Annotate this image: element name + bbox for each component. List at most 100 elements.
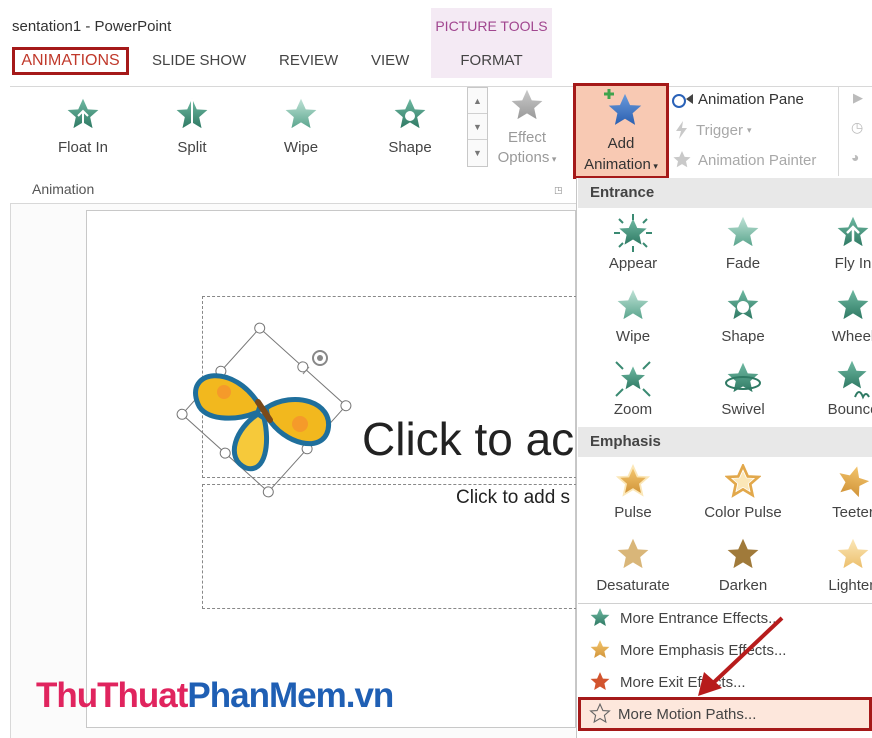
tab-animations[interactable]: ANIMATIONS — [12, 47, 129, 75]
gallery-item-shape[interactable]: Shape — [365, 97, 455, 156]
effect-wipe[interactable]: Wipe — [578, 286, 688, 345]
effect-wheel[interactable]: Wheel — [798, 286, 872, 345]
entrance-section-header: Entrance — [578, 178, 872, 208]
bounce-star-icon — [837, 360, 870, 400]
gallery-item-float-in[interactable]: Float In — [38, 97, 128, 156]
effect-appear[interactable]: Appear — [578, 213, 688, 272]
more-motion-paths-item[interactable]: More Motion Paths... — [578, 697, 872, 731]
wipe-star-icon — [617, 289, 649, 320]
picture-tools-label: PICTURE TOOLS — [435, 18, 548, 34]
effect-fade[interactable]: Fade — [688, 213, 798, 272]
duration-icon: ◕ — [851, 149, 860, 165]
pulse-star-icon — [615, 464, 651, 497]
play-icon[interactable]: ▶ — [853, 90, 863, 106]
effect-bounce[interactable]: Bounce — [798, 359, 872, 418]
tab-format[interactable]: FORMAT — [431, 52, 552, 69]
wheel-star-icon — [837, 289, 869, 320]
animation-pane-button[interactable]: Animation Pane — [672, 89, 804, 109]
butterfly-picture[interactable] — [172, 322, 358, 502]
animation-pane-label: Animation Pane — [698, 90, 804, 108]
float-in-star-icon — [67, 98, 99, 129]
exit-star-icon — [590, 672, 610, 691]
title-placeholder-text[interactable]: Click to ac — [362, 412, 574, 466]
tab-review[interactable]: REVIEW — [279, 52, 338, 69]
effect-label: Appear — [608, 255, 658, 272]
effect-darken[interactable]: Darken — [688, 535, 798, 594]
effect-options-label-1: Effect — [507, 129, 547, 146]
effect-label: Wipe — [615, 328, 651, 345]
effect-label: Shape — [721, 328, 765, 345]
desaturate-star-icon — [617, 538, 649, 569]
gallery-expand-icon[interactable]: ▼ — [468, 140, 487, 166]
effect-desaturate[interactable]: Desaturate — [578, 535, 688, 594]
gallery-item-label: Wipe — [283, 139, 319, 156]
fly-in-star-icon — [837, 216, 869, 247]
effect-options-star-icon — [511, 89, 543, 120]
split-star-icon — [176, 98, 208, 129]
gallery-item-wipe[interactable]: Wipe — [256, 97, 346, 156]
effect-label: Zoom — [613, 401, 653, 418]
watermark-part-1: ThuThuat — [36, 676, 188, 715]
gallery-scroll-up-icon[interactable]: ▲ — [468, 88, 487, 114]
add-animation-button[interactable]: Add Animation ▾ — [573, 83, 669, 179]
shape-star-icon — [394, 98, 426, 129]
animation-painter-icon — [673, 151, 691, 168]
trigger-button[interactable]: Trigger ▾ — [672, 120, 752, 140]
animation-group-label: Animation — [32, 181, 95, 197]
motion-path-star-icon — [589, 703, 610, 723]
effect-label: Swivel — [721, 401, 765, 418]
emphasis-section-header: Emphasis — [578, 427, 872, 457]
effect-label: Desaturate — [596, 577, 670, 594]
dialog-launcher-icon[interactable]: ◳ — [554, 185, 563, 196]
effect-label: Fade — [725, 255, 761, 272]
effect-label: Wheel — [831, 328, 872, 345]
window-title: sentation1 - PowerPoint — [12, 18, 172, 35]
trigger-label: Trigger — [696, 121, 743, 139]
lightning-icon — [676, 121, 687, 139]
shape-star-icon — [727, 289, 759, 320]
effect-label: Color Pulse — [704, 504, 782, 521]
effect-options-label-2: Options — [497, 149, 550, 166]
add-animation-label-2: Animation — [584, 156, 651, 173]
effect-zoom[interactable]: Zoom — [578, 359, 688, 418]
effect-label: Pulse — [614, 504, 652, 521]
entrance-star-icon — [590, 608, 610, 627]
effect-options-button[interactable]: Effect Options ▾ — [492, 88, 562, 169]
effect-label: Lighten — [828, 577, 872, 594]
effect-fly-in[interactable]: Fly In — [798, 213, 872, 272]
zoom-star-icon — [615, 361, 651, 397]
effect-label: Bounce — [827, 401, 872, 418]
gallery-scroll-down-icon[interactable]: ▼ — [468, 114, 487, 140]
effect-lighten[interactable]: Lighten — [798, 535, 872, 594]
subtitle-placeholder-text[interactable]: Click to add s — [456, 487, 570, 509]
fade-star-icon — [727, 216, 759, 247]
tab-slide-show[interactable]: SLIDE SHOW — [152, 52, 246, 69]
watermark-part-3: .vn — [345, 676, 395, 715]
gallery-item-split[interactable]: Split — [147, 97, 237, 156]
color-pulse-star-icon — [726, 464, 760, 497]
effect-label: Darken — [718, 577, 768, 594]
swivel-star-icon — [725, 362, 761, 393]
wipe-star-icon — [285, 98, 317, 129]
animation-pane-icon — [672, 94, 693, 108]
effect-label: Fly In — [834, 255, 872, 272]
darken-star-icon — [727, 538, 759, 569]
annotation-arrow — [698, 616, 784, 696]
effect-shape[interactable]: Shape — [688, 286, 798, 345]
effect-pulse[interactable]: Pulse — [578, 462, 688, 521]
appear-star-icon — [614, 214, 652, 252]
effect-color-pulse[interactable]: Color Pulse — [688, 462, 798, 521]
lighten-star-icon — [837, 538, 869, 569]
effect-label: Teeter — [832, 504, 872, 521]
emphasis-star-icon — [590, 640, 610, 659]
watermark-logo: ThuThuatPhanMem.vn — [36, 676, 395, 716]
gallery-item-label: Split — [177, 139, 207, 156]
watermark-part-2: PhanMem — [187, 676, 346, 715]
effect-swivel[interactable]: Swivel — [688, 359, 798, 418]
tab-view[interactable]: VIEW — [371, 52, 409, 69]
teeter-star-icon — [834, 462, 872, 499]
gallery-scrollbar[interactable]: ▲ ▼ ▼ — [467, 87, 488, 167]
animation-painter-button[interactable]: Animation Painter — [672, 150, 816, 170]
gallery-item-label: Float In — [57, 139, 109, 156]
effect-teeter[interactable]: Teeter — [798, 462, 872, 521]
